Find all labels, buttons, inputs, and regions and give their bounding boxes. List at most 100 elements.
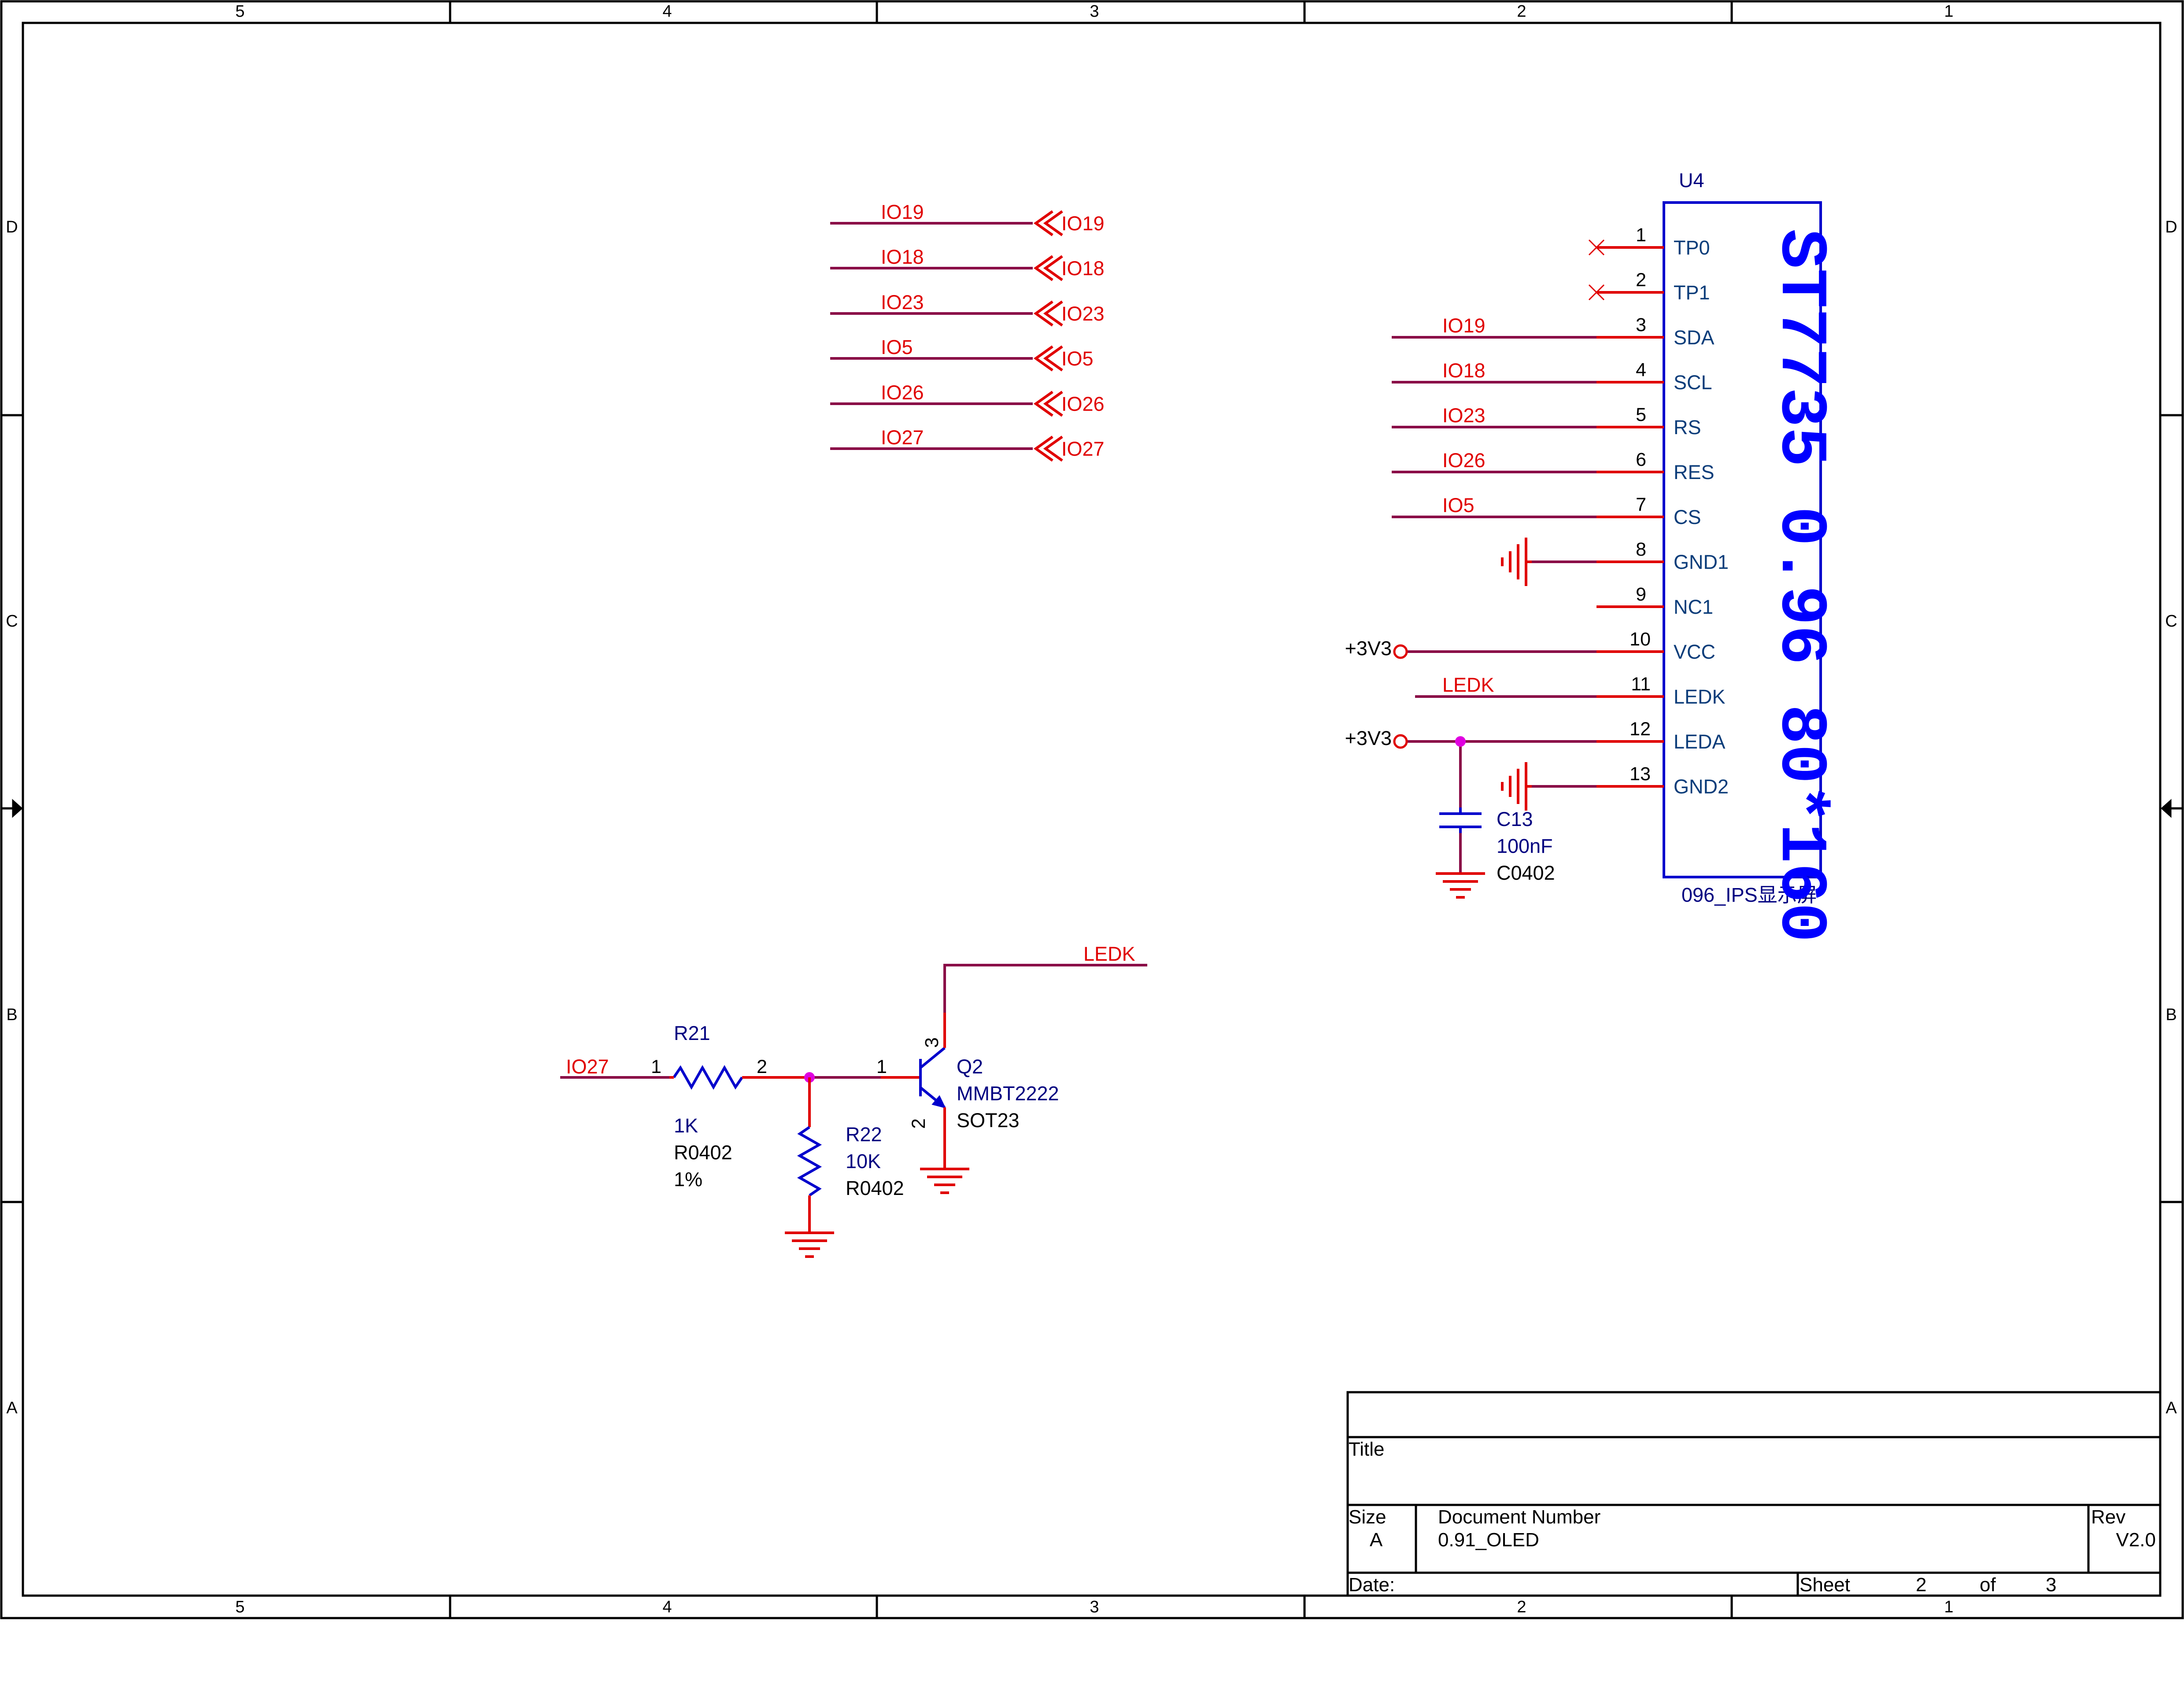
u4-pin-name: VCC [1674,641,1715,663]
power-label: +3V3 [1345,727,1392,749]
schematic-sheet: 5 4 3 2 1 5 4 3 2 1 D C B A D C B A IO19… [0,0,2184,1685]
port-label: IO27 [1061,438,1105,460]
row-marker: A [6,1399,18,1417]
docnum-value: 0.91_OLED [1438,1529,1539,1551]
u4-pin-number: 2 [1636,269,1646,291]
u4-pin-number: 9 [1636,584,1646,605]
u4-pin-name: TP1 [1674,281,1710,304]
u4-pin-name: NC1 [1674,596,1713,618]
of-label: of [1980,1574,1996,1596]
u4-pin-number: 13 [1630,763,1651,785]
u4-net-label-scl: IO18 [1442,359,1486,382]
u4-pin-name: GND2 [1674,775,1729,798]
r21-value: 1K [674,1114,698,1137]
r22-refdes: R22 [846,1123,882,1146]
u4-pin-name: LEDK [1674,686,1726,708]
q2-pin-base: 1 [876,1056,887,1077]
port-label: IO18 [1061,257,1105,280]
c13-refdes: C13 [1497,808,1533,830]
r21-tolerance: 1% [674,1168,702,1191]
u4-part-text: ST7735 0.96 80*160 [1763,229,1837,942]
u4-pin-number: 1 [1636,225,1646,246]
row-marker: D [2165,218,2177,236]
u4-net-label-sda: IO19 [1442,314,1486,337]
row-marker: C [2165,612,2177,630]
u4-pin-number: 3 [1636,314,1646,336]
column-marker: 1 [1944,1598,1953,1616]
net-label: IO27 [881,426,924,449]
row-marker: C [6,612,18,630]
u4-net-label-rs: IO23 [1442,404,1486,427]
rev-label: Rev [2091,1506,2125,1528]
column-marker: 5 [235,2,244,21]
u4-pin-number: 5 [1636,404,1646,425]
u4-pin-name: TP0 [1674,236,1710,259]
q2-value: MMBT2222 [957,1082,1059,1105]
r22-footprint: R0402 [846,1177,904,1199]
u4-pin-name: GND1 [1674,551,1729,573]
q2-pin-emitter: 2 [908,1118,929,1129]
row-marker: B [6,1006,17,1024]
u4-net-label-cs: IO5 [1442,494,1474,516]
q2-pin-collector: 3 [921,1037,942,1048]
column-marker: 4 [662,1598,672,1616]
port-label: IO26 [1061,393,1105,415]
rev-value: V2.0 [2116,1529,2156,1551]
r21-pin2: 2 [757,1056,767,1077]
u4-pin-number: 8 [1636,539,1646,560]
u4-pin-name: RES [1674,461,1715,483]
u4-pin-name: SDA [1674,326,1715,349]
u4-pin-number: 4 [1636,359,1646,380]
port-label: IO19 [1061,212,1105,235]
u4-pin-name: RS [1674,416,1701,439]
u4-pin-number: 12 [1630,719,1651,740]
column-marker: 3 [1090,1598,1099,1616]
u4-net-label-ledk: LEDK [1442,674,1494,696]
column-marker: 3 [1090,2,1099,21]
u4-refdes: U4 [1679,169,1704,192]
q2-refdes: Q2 [957,1055,983,1078]
q2-footprint: SOT23 [957,1109,1020,1132]
r21-refdes: R21 [674,1022,710,1044]
column-marker: 1 [1944,2,1953,21]
size-value: A [1370,1529,1383,1551]
u4-pin-number: 7 [1636,494,1646,515]
r21-pin1: 1 [651,1056,661,1077]
u4-pin-number: 6 [1636,449,1646,470]
port-label: IO23 [1061,302,1105,325]
column-marker: 2 [1517,2,1526,21]
column-marker: 4 [662,2,672,21]
sheet-label: Sheet [1800,1574,1850,1596]
net-label: IO23 [881,291,924,313]
size-label: Size [1349,1506,1386,1528]
net-label: IO5 [881,336,913,358]
u4-pin-name: CS [1674,506,1701,528]
q2-collector-net: LEDK [1083,943,1135,965]
r21-input-net: IO27 [566,1055,609,1078]
port-label: IO5 [1061,347,1094,370]
sheet-total: 3 [2046,1574,2056,1596]
u4-net-label-res: IO26 [1442,449,1486,472]
net-label: IO18 [881,246,924,268]
junction-dot [1455,736,1466,747]
row-marker: A [2166,1399,2177,1417]
column-marker: 5 [235,1598,244,1616]
date-label: Date: [1349,1574,1395,1596]
sheet-number: 2 [1916,1574,1926,1596]
u4-pin-number: 10 [1630,629,1651,650]
power-label: +3V3 [1345,637,1392,660]
net-label: IO19 [881,201,924,223]
c13-value: 100nF [1497,835,1553,857]
row-marker: D [6,218,18,236]
u4-pin-name: SCL [1674,371,1712,394]
c13-footprint: C0402 [1497,862,1555,884]
docnum-label: Document Number [1438,1506,1600,1528]
r22-value: 10K [846,1150,881,1172]
u4-pin-number: 11 [1631,674,1651,695]
net-label: IO26 [881,381,924,404]
u4-pin-name: LEDA [1674,730,1726,753]
title-label: Title [1349,1438,1385,1460]
row-marker: B [2166,1006,2177,1024]
r21-footprint: R0402 [674,1141,732,1164]
column-marker: 2 [1517,1598,1526,1616]
